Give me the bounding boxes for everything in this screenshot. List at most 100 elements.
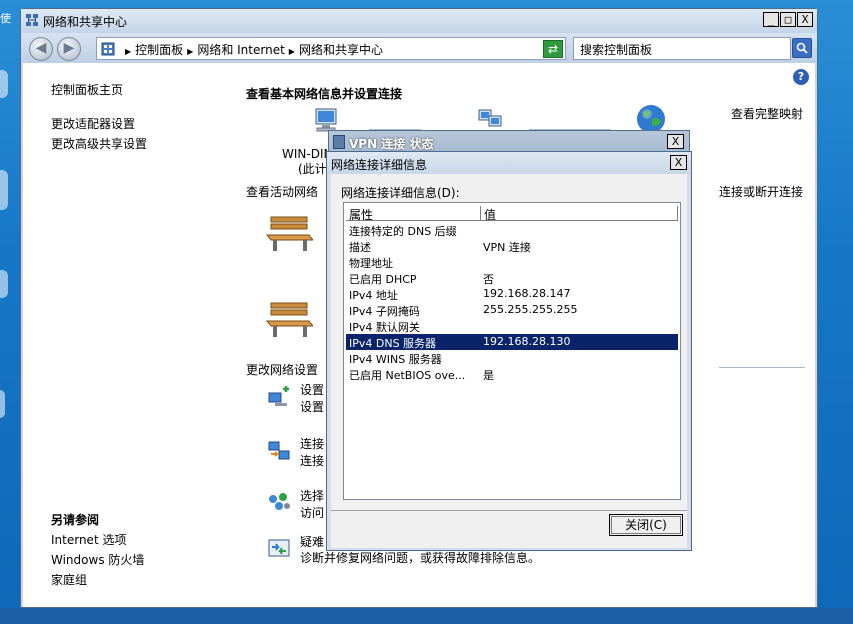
column-header-property[interactable]: 属性 [346,206,481,222]
chevron-right-icon[interactable]: ▶ [285,47,299,56]
table-row[interactable]: IPv4 地址 192.168.28.147 [346,286,678,302]
view-full-map-link[interactable]: 查看完整映射 [731,105,803,122]
connect-network-icon[interactable] [267,440,291,462]
column-header-value[interactable]: 值 [481,206,678,222]
refresh-icon: ⇄ [547,42,559,56]
desktop-icon-fragment[interactable] [0,70,8,98]
table-row[interactable]: 描述 VPN 连接 [346,238,678,254]
task-choose-desc: 访问 [300,506,325,520]
window-titlebar[interactable]: 网络和共享中心 _ □ X [21,9,817,33]
search-button[interactable] [792,38,812,58]
table-row[interactable]: IPv4 子网掩码 255.255.255.255 [346,302,678,318]
computer-sub-label: (此计 [298,162,327,176]
see-also-windows-firewall[interactable]: Windows 防火墙 [51,551,144,568]
details-list[interactable]: 属性 值 连接特定的 DNS 后缀 描述 VPN 连接 物理地址 已启用 DHCP 否 IP… [343,202,681,500]
homegroup-sharing-icon[interactable] [267,491,291,513]
row-property: IPv4 默认网关 [349,321,420,334]
change-network-settings-label: 更改网络设置 [246,363,319,377]
help-icon[interactable]: ? [793,69,809,85]
close-button[interactable]: X [797,12,813,27]
network-icon [26,14,38,26]
search-icon [796,42,808,54]
table-row[interactable]: IPv4 DNS 服务器 192.168.28.130 [346,334,678,350]
refresh-button[interactable]: ⇄ [543,40,563,58]
row-property: 物理地址 [349,257,393,270]
breadcrumb-control-panel[interactable]: 控制面板 [135,43,183,57]
table-row[interactable]: IPv4 默认网关 [346,318,678,334]
window-title: 网络和共享中心 [43,15,128,29]
row-value: 192.168.28.147 [483,287,571,300]
table-row[interactable]: 物理地址 [346,254,678,270]
row-property: IPv4 子网掩码 [349,305,420,318]
details-dialog-titlebar[interactable]: 网络连接详细信息 X [327,152,691,174]
task-choose-link[interactable]: 选择 [300,487,324,504]
task-connect-desc: 连接 [300,454,325,468]
list-header: 属性 值 [346,205,678,222]
sidebar-link-control-panel-home[interactable]: 控制面板主页 [51,81,123,98]
details-dialog-close-button[interactable]: X [670,155,687,170]
forward-button[interactable]: ▶ [57,37,81,61]
row-property: IPv4 DNS 服务器 [349,337,437,350]
troubleshoot-icon[interactable] [267,537,291,559]
see-also-internet-options[interactable]: Internet 选项 [51,531,126,548]
vpn-dialog-close-button[interactable]: X [667,134,684,149]
breadcrumb: ▶ 控制面板 ▶ 网络和 Internet ▶ 网络和共享中心 [121,41,383,58]
public-network-icon[interactable] [265,213,313,253]
row-value: 192.168.28.130 [483,335,571,348]
row-property: 已启用 NetBIOS ove... [349,369,466,382]
address-bar[interactable]: ▶控制面板▶网络和 Internet▶网络和共享中心 ▼ [96,37,566,60]
maximize-button[interactable]: □ [780,12,796,27]
vpn-icon [333,135,345,149]
table-row[interactable]: 连接特定的 DNS 后缀 [346,222,678,238]
see-also-homegroup[interactable]: 家庭组 [51,571,87,588]
breadcrumb-network-internet[interactable]: 网络和 Internet [197,43,284,57]
navigation-bar: ◀ ▶ ▶控制面板▶网络和 Internet▶网络和共享中心 ▼ ⇄ 搜索控制面… [21,33,817,63]
search-placeholder: 搜索控制面板 [580,43,653,57]
taskbar [0,608,853,624]
desktop-icon-fragment[interactable] [0,270,8,298]
row-value: 255.255.255.255 [483,303,578,316]
row-property: 已启用 DHCP [349,273,417,286]
desktop-icon-fragment[interactable] [0,170,8,210]
row-property: 描述 [349,241,371,254]
search-input[interactable]: 搜索控制面板 [573,37,791,60]
connect-disconnect-link[interactable]: 连接或断开连接 [719,183,803,200]
chevron-right-icon[interactable]: ▶ [121,47,135,56]
list-rows: 连接特定的 DNS 后缀 描述 VPN 连接物理地址已启用 DHCP 否 IPv4 地址… [346,222,678,382]
active-networks-label: 查看活动网络 [246,185,319,199]
breadcrumb-network-sharing[interactable]: 网络和共享中心 [299,43,383,57]
see-also-title: 另请参阅 [51,513,100,527]
task-setup-link[interactable]: 设置 [300,381,324,398]
row-value: 否 [483,273,494,286]
row-value: VPN 连接 [483,241,531,254]
details-dialog-body: 网络连接详细信息(D): 属性 值 连接特定的 DNS 后缀 描述 VPN 连接物理… [331,174,687,548]
desktop-background: 使 [0,0,22,624]
task-troubleshoot-desc: 诊断并修复网络问题，或获得故障排除信息。 [300,551,541,565]
chevron-right-icon[interactable]: ▶ [183,47,197,56]
task-setup-desc: 设置 [300,400,325,414]
row-value: 是 [483,369,494,382]
row-property: 连接特定的 DNS 后缀 [349,225,457,238]
setup-connection-icon[interactable] [267,385,291,407]
close-dialog-button[interactable]: 关闭(C) [609,514,683,536]
back-button[interactable]: ◀ [29,37,53,61]
public-network-icon[interactable] [265,299,313,339]
table-row[interactable]: 已启用 NetBIOS ove... 是 [346,366,678,382]
dialog-divider [331,510,687,511]
task-connect-link[interactable]: 连接 [300,435,324,452]
section-divider [719,367,805,368]
sidebar-link-adapter-settings[interactable]: 更改适配器设置 [51,115,135,132]
details-list-label: 网络连接详细信息(D): [341,186,460,200]
minimize-button[interactable]: _ [763,12,779,27]
control-panel-icon [101,42,115,56]
table-row[interactable]: 已启用 DHCP 否 [346,270,678,286]
desktop-icon-fragment[interactable] [0,390,5,418]
vpn-dialog-title[interactable]: VPN 连接 状态 [349,135,433,152]
window-controls: _ □ X [763,12,813,27]
connection-details-dialog: 网络连接详细信息 X 网络连接详细信息(D): 属性 值 连接特定的 DNS 后… [326,151,692,551]
task-troubleshoot-link[interactable]: 疑难 [300,533,324,550]
page-title: 查看基本网络信息并设置连接 [246,87,403,101]
details-dialog-title: 网络连接详细信息 [331,158,428,172]
sidebar-link-advanced-sharing[interactable]: 更改高级共享设置 [51,135,147,152]
table-row[interactable]: IPv4 WINS 服务器 [346,350,678,366]
